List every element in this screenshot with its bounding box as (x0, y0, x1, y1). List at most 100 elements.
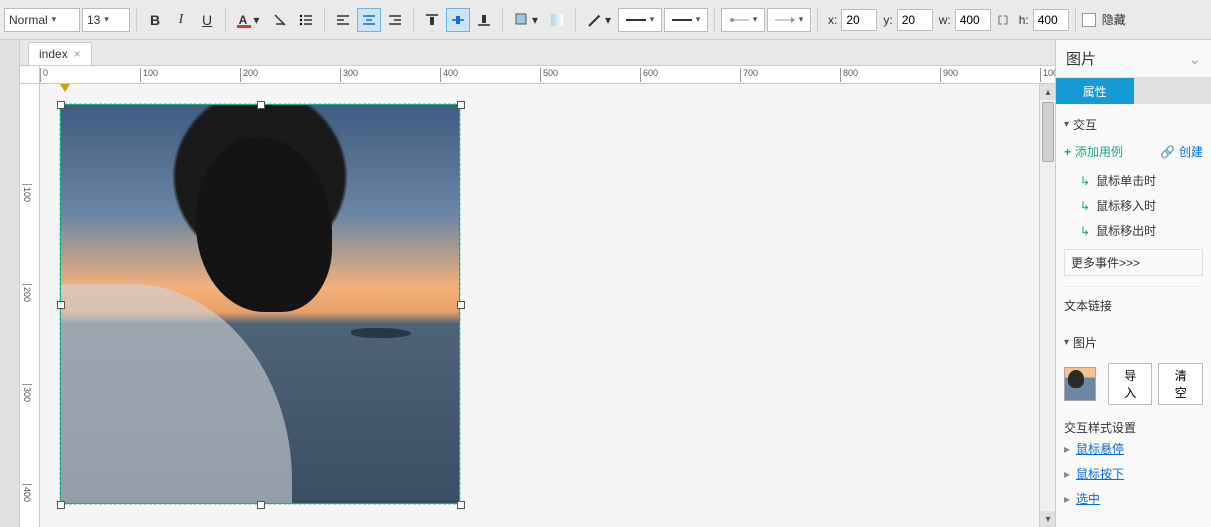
event-label: 鼠标移入时 (1096, 197, 1156, 214)
ruler-tick: 400 (22, 484, 32, 498)
section-label: 图片 (1073, 334, 1097, 351)
guide-marker-icon[interactable] (60, 84, 70, 92)
image-thumbnail[interactable] (1064, 367, 1096, 401)
resize-handle[interactable] (457, 501, 465, 509)
section-interaction[interactable]: ▾ 交互 (1064, 110, 1203, 139)
ruler-tick: 100 (140, 68, 158, 82)
scroll-thumb[interactable] (1042, 102, 1054, 162)
selected-image[interactable] (60, 104, 460, 504)
event-row[interactable]: ↳鼠标单击时 (1064, 168, 1203, 193)
y-input[interactable] (897, 9, 933, 31)
inspector-panel: 图片 ⌄ 属性 ▾ 交互 + 添加用例 🔗 (1055, 40, 1211, 527)
resize-handle[interactable] (457, 101, 465, 109)
style-selected-row[interactable]: ▸ 选中 (1064, 486, 1203, 511)
ruler-tick: 1000 (1040, 68, 1055, 82)
scrollbar-vertical[interactable]: ▴ ▾ (1039, 84, 1055, 527)
left-gutter (0, 40, 20, 527)
add-case-link[interactable]: + 添加用例 (1064, 143, 1123, 160)
toolbar: Normal ▾ 13 ▾ B I U A▾ ▾ (0, 0, 1211, 40)
border-style-select[interactable]: ▾ (664, 8, 708, 32)
close-icon[interactable]: × (74, 47, 81, 61)
align-center-button[interactable] (357, 8, 381, 32)
panel-collapse-icon[interactable]: ⌄ (1188, 50, 1201, 68)
bold-button[interactable]: B (143, 8, 167, 32)
event-icon: ↳ (1080, 199, 1090, 213)
arrow-icon: ▸ (1064, 492, 1070, 506)
create-link[interactable]: 🔗 创建 (1160, 143, 1203, 160)
align-right-button[interactable] (383, 8, 407, 32)
plus-icon: + (1064, 145, 1071, 159)
font-style-select[interactable]: Normal ▾ (4, 8, 80, 32)
align-left-button[interactable] (331, 8, 355, 32)
arrow-icon: ▸ (1064, 467, 1070, 481)
y-label: y: (883, 13, 892, 27)
section-label: 交互 (1073, 116, 1097, 133)
fill-color-button[interactable]: ▾ (509, 8, 543, 32)
section-image[interactable]: ▾ 图片 (1064, 328, 1203, 357)
scroll-up-icon[interactable]: ▴ (1040, 84, 1055, 100)
ruler-horizontal[interactable]: 01002003004005006007008009001000 (20, 66, 1055, 84)
ruler-tick: 900 (940, 68, 958, 82)
tab-secondary[interactable] (1134, 78, 1211, 104)
font-color-button[interactable]: A▾ (232, 8, 266, 32)
event-icon: ↳ (1080, 224, 1090, 238)
chevron-down-icon: ▾ (1064, 337, 1069, 348)
border-color-button[interactable]: ▾ (582, 8, 616, 32)
event-label: 鼠标单击时 (1096, 172, 1156, 189)
underline-button[interactable]: U (195, 8, 219, 32)
ruler-tick: 100 (22, 184, 32, 198)
clear-format-button[interactable] (268, 8, 292, 32)
link-icon: 🔗 (1160, 145, 1175, 159)
ruler-vertical[interactable]: 100200300400 (20, 84, 40, 527)
ruler-tick: 0 (40, 68, 48, 82)
tab-properties[interactable]: 属性 (1056, 78, 1134, 104)
resize-handle[interactable] (257, 501, 265, 509)
event-label: 鼠标移出时 (1096, 222, 1156, 239)
ruler-tick: 800 (840, 68, 858, 82)
ruler-tick: 500 (540, 68, 558, 82)
more-events-button[interactable]: 更多事件>>> (1064, 249, 1203, 276)
valign-middle-button[interactable] (446, 8, 470, 32)
x-input[interactable] (841, 9, 877, 31)
border-width-select[interactable]: ▾ (618, 8, 662, 32)
resize-handle[interactable] (457, 301, 465, 309)
style-hover-row[interactable]: ▸ 鼠标悬停 (1064, 436, 1203, 461)
scroll-down-icon[interactable]: ▾ (1040, 511, 1055, 527)
valign-bottom-button[interactable] (472, 8, 496, 32)
h-input[interactable] (1033, 9, 1069, 31)
chevron-down-icon: ▾ (1064, 119, 1069, 130)
hide-label: 隐藏 (1102, 11, 1126, 28)
arrow-end-select[interactable]: ▾ (767, 8, 811, 32)
bullet-list-button[interactable] (294, 8, 318, 32)
ruler-tick: 400 (440, 68, 458, 82)
event-row[interactable]: ↳ 鼠标移入时 (1064, 193, 1203, 218)
resize-handle[interactable] (57, 301, 65, 309)
tab-label: index (39, 47, 68, 61)
canvas[interactable]: ▴ ▾ (40, 84, 1055, 527)
caret-icon: ▾ (104, 14, 109, 25)
ruler-tick: 700 (740, 68, 758, 82)
style-down-row[interactable]: ▸ 鼠标按下 (1064, 461, 1203, 486)
gradient-fill-button[interactable] (545, 8, 569, 32)
italic-button[interactable]: I (169, 8, 193, 32)
w-label: w: (939, 13, 951, 27)
valign-top-button[interactable] (420, 8, 444, 32)
ruler-tick: 600 (640, 68, 658, 82)
hide-checkbox[interactable] (1082, 13, 1096, 27)
w-input[interactable] (955, 9, 991, 31)
clear-button[interactable]: 清空 (1158, 363, 1203, 405)
tab-index[interactable]: index × (28, 42, 92, 65)
font-size-select[interactable]: 13 ▾ (82, 8, 130, 32)
event-row[interactable]: ↳ 鼠标移出时 (1064, 218, 1203, 243)
resize-handle[interactable] (57, 101, 65, 109)
arrow-start-select[interactable]: ▾ (721, 8, 765, 32)
ruler-tick: 300 (22, 384, 32, 398)
lock-aspect-icon[interactable] (995, 12, 1011, 28)
ruler-tick: 200 (240, 68, 258, 82)
import-button[interactable]: 导入 (1108, 363, 1153, 405)
resize-handle[interactable] (257, 101, 265, 109)
font-size-value: 13 (87, 13, 100, 27)
resize-handle[interactable] (57, 501, 65, 509)
x-label: x: (828, 13, 837, 27)
document-tabbar: index × (20, 40, 1055, 66)
